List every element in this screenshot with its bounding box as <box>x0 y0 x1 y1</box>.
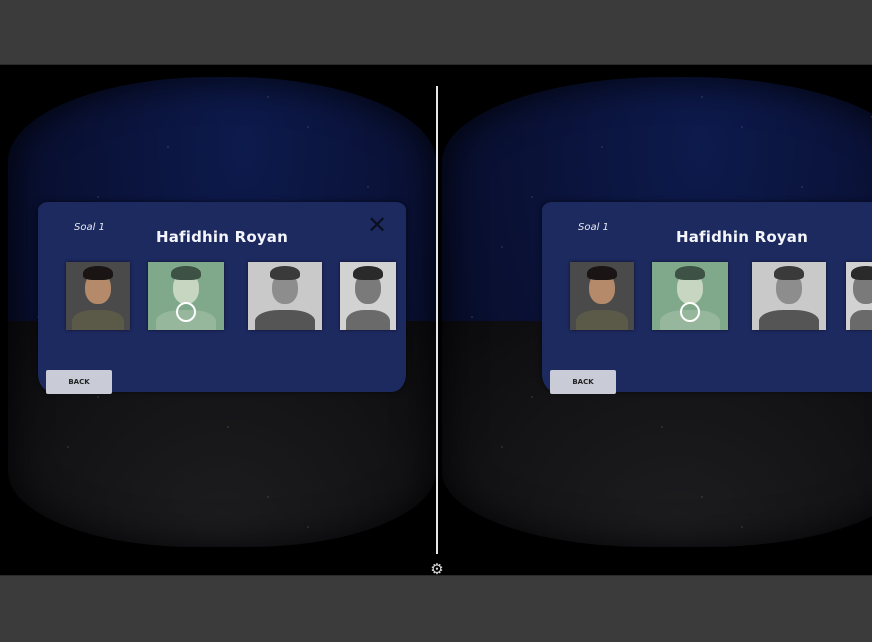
gaze-reticle <box>176 302 196 322</box>
photo-row <box>542 262 872 342</box>
gaze-reticle <box>680 302 700 322</box>
left-eye-view: Soal 1 Hafidhin Royan ✕ BACK <box>0 65 436 575</box>
portrait-3[interactable] <box>752 262 826 330</box>
eye-divider <box>436 86 438 554</box>
back-button[interactable]: BACK <box>46 370 112 394</box>
portrait-2[interactable] <box>652 262 728 330</box>
photo-row <box>38 262 406 342</box>
bottom-bar <box>0 575 872 642</box>
close-icon[interactable]: ✕ <box>366 213 388 237</box>
quiz-panel-left: Soal 1 Hafidhin Royan ✕ BACK <box>38 202 406 394</box>
quiz-panel-right: Soal 1 Hafidhin Royan BACK <box>542 202 872 394</box>
right-eye-view: Soal 1 Hafidhin Royan BACK <box>436 65 872 575</box>
target-name-title: Hafidhin Royan <box>155 228 289 246</box>
portrait-4[interactable] <box>846 262 872 330</box>
portrait-2[interactable] <box>148 262 224 330</box>
portrait-4[interactable] <box>340 262 396 330</box>
top-bar <box>0 0 872 65</box>
portrait-1[interactable] <box>66 262 130 330</box>
portrait-3[interactable] <box>248 262 322 330</box>
portrait-1[interactable] <box>570 262 634 330</box>
target-name-title: Hafidhin Royan <box>675 228 809 246</box>
back-button[interactable]: BACK <box>550 370 616 394</box>
